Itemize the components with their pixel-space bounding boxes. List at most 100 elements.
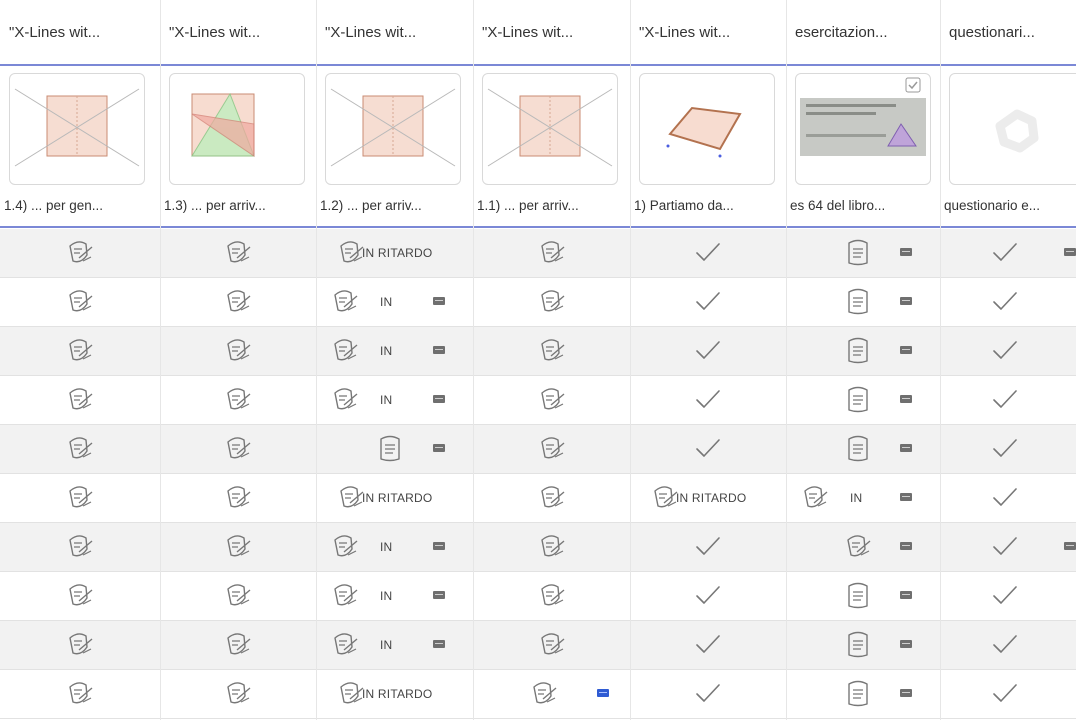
- grade-cell[interactable]: [786, 621, 940, 670]
- grade-cell[interactable]: [160, 523, 316, 572]
- grade-cell[interactable]: IN: [316, 523, 473, 572]
- grade-cell[interactable]: [786, 425, 940, 474]
- grade-cell[interactable]: [630, 425, 786, 474]
- comment-icon[interactable]: [900, 248, 912, 256]
- grade-cell[interactable]: [786, 523, 940, 572]
- grade-cell[interactable]: [940, 523, 1076, 572]
- assignment-thumbnail[interactable]: [325, 73, 461, 185]
- grade-cell[interactable]: [0, 523, 160, 572]
- grade-cell[interactable]: [473, 376, 630, 425]
- grade-cell[interactable]: [316, 425, 473, 474]
- comment-icon[interactable]: [433, 542, 445, 550]
- grade-cell[interactable]: [160, 376, 316, 425]
- grade-cell[interactable]: [786, 670, 940, 719]
- grade-cell[interactable]: IN: [316, 621, 473, 670]
- grade-cell[interactable]: [940, 327, 1076, 376]
- grade-cell[interactable]: [0, 670, 160, 719]
- assignment-thumbnail[interactable]: [639, 73, 775, 185]
- grade-cell[interactable]: IN: [316, 327, 473, 376]
- grade-cell[interactable]: [786, 572, 940, 621]
- grade-cell[interactable]: [630, 523, 786, 572]
- grade-cell[interactable]: [473, 229, 630, 278]
- assignment-thumbnail[interactable]: [169, 73, 305, 185]
- column-header[interactable]: "X-Lines wit...: [160, 0, 316, 64]
- grade-cell[interactable]: [630, 670, 786, 719]
- assignment-thumbnail[interactable]: [949, 73, 1076, 185]
- grade-cell[interactable]: [630, 621, 786, 670]
- grade-cell[interactable]: [0, 572, 160, 621]
- comment-icon[interactable]: [900, 542, 912, 550]
- grade-cell[interactable]: [630, 327, 786, 376]
- assignment-thumbnail[interactable]: [9, 73, 145, 185]
- grade-cell[interactable]: [786, 376, 940, 425]
- grade-cell[interactable]: [0, 278, 160, 327]
- comment-icon[interactable]: [1064, 542, 1076, 550]
- comment-icon[interactable]: [433, 395, 445, 403]
- comment-icon[interactable]: [900, 493, 912, 501]
- grade-cell[interactable]: [473, 278, 630, 327]
- grade-cell[interactable]: [473, 572, 630, 621]
- column-header[interactable]: "X-Lines wit...: [316, 0, 473, 64]
- grade-cell[interactable]: [160, 474, 316, 523]
- column-header[interactable]: "X-Lines wit...: [630, 0, 786, 64]
- comment-icon[interactable]: [1064, 248, 1076, 256]
- grade-cell[interactable]: IN: [316, 572, 473, 621]
- column-header[interactable]: "X-Lines wit...: [473, 0, 630, 64]
- grade-cell[interactable]: IN: [316, 278, 473, 327]
- grade-cell[interactable]: [473, 670, 630, 719]
- grade-cell[interactable]: [160, 278, 316, 327]
- comment-icon[interactable]: [900, 689, 912, 697]
- grade-cell[interactable]: [940, 474, 1076, 523]
- grade-cell[interactable]: [786, 327, 940, 376]
- comment-icon[interactable]: [433, 346, 445, 354]
- grade-cell[interactable]: [160, 327, 316, 376]
- grade-cell[interactable]: [160, 425, 316, 474]
- grade-cell[interactable]: [0, 376, 160, 425]
- grade-cell[interactable]: [940, 621, 1076, 670]
- comment-icon[interactable]: [433, 591, 445, 599]
- grade-cell[interactable]: [473, 327, 630, 376]
- grade-cell[interactable]: [786, 229, 940, 278]
- comment-icon[interactable]: [900, 444, 912, 452]
- grade-cell[interactable]: [0, 621, 160, 670]
- assignment-thumbnail[interactable]: [482, 73, 618, 185]
- grade-cell[interactable]: IN: [316, 376, 473, 425]
- comment-icon[interactable]: [900, 591, 912, 599]
- grade-cell[interactable]: [0, 327, 160, 376]
- grade-cell[interactable]: [630, 572, 786, 621]
- column-header[interactable]: "X-Lines wit...: [0, 0, 160, 64]
- grade-cell[interactable]: [0, 474, 160, 523]
- grade-cell[interactable]: [786, 278, 940, 327]
- comment-icon[interactable]: [900, 297, 912, 305]
- grade-cell[interactable]: [630, 278, 786, 327]
- comment-icon[interactable]: [433, 297, 445, 305]
- grade-cell[interactable]: [473, 621, 630, 670]
- comment-icon[interactable]: [900, 640, 912, 648]
- grade-cell[interactable]: [473, 425, 630, 474]
- grade-cell[interactable]: [940, 376, 1076, 425]
- grade-cell[interactable]: [0, 229, 160, 278]
- assignment-thumbnail[interactable]: [795, 73, 931, 185]
- grade-cell[interactable]: IN RITARDO: [316, 474, 473, 523]
- comment-icon[interactable]: [900, 395, 912, 403]
- comment-icon[interactable]: [597, 689, 609, 697]
- grade-cell[interactable]: [940, 278, 1076, 327]
- grade-cell[interactable]: IN RITARDO: [316, 229, 473, 278]
- grade-cell[interactable]: IN RITARDO: [630, 474, 786, 523]
- grade-cell[interactable]: [160, 670, 316, 719]
- grade-cell[interactable]: [0, 425, 160, 474]
- grade-cell[interactable]: [940, 572, 1076, 621]
- grade-cell[interactable]: [940, 425, 1076, 474]
- grade-cell[interactable]: [160, 229, 316, 278]
- grade-cell[interactable]: [940, 670, 1076, 719]
- grade-cell[interactable]: [473, 474, 630, 523]
- grade-cell[interactable]: [630, 229, 786, 278]
- column-header[interactable]: questionari...: [940, 0, 1076, 64]
- comment-icon[interactable]: [433, 640, 445, 648]
- grade-cell[interactable]: [630, 376, 786, 425]
- grade-cell[interactable]: [473, 523, 630, 572]
- column-header[interactable]: esercitazion...: [786, 0, 940, 64]
- grade-cell[interactable]: [940, 229, 1076, 278]
- grade-cell[interactable]: IN: [786, 474, 940, 523]
- comment-icon[interactable]: [433, 444, 445, 452]
